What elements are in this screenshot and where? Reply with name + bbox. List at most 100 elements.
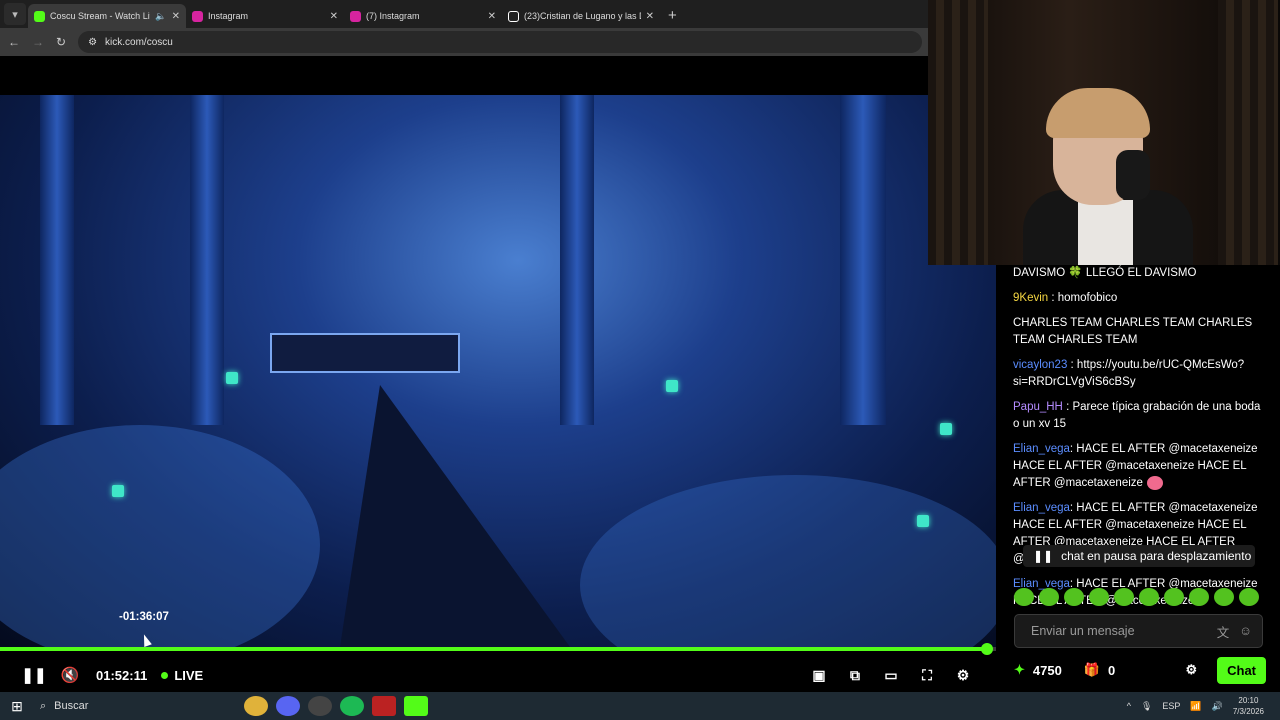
clock-time: 20:10 (1238, 696, 1259, 705)
chat-username[interactable]: vicaylon23 (1013, 359, 1067, 371)
taskbar-search[interactable]: ⌕ Buscar (34, 695, 164, 717)
player-controls: ❚❚ 🔇 01:52:11 LIVE ▣ ⧉ ▭ ⛶ ⚙ (0, 658, 996, 692)
tab-tiktok[interactable]: (23)Cristian de Lugano y las Del ✕ (502, 4, 660, 28)
url-field[interactable]: ⚙ kick.com/coscu (78, 31, 922, 53)
emote-icon[interactable] (1014, 588, 1034, 606)
points-count[interactable]: 4750 (1033, 663, 1062, 678)
theater-mode-icon[interactable]: ▭ (878, 667, 904, 684)
windows-taskbar: ⊞ ⌕ Buscar ^ 🎙 ESP 📶 🔊 20:10 7/3/2026 (0, 692, 1280, 720)
steam-icon[interactable] (308, 696, 332, 716)
player-settings-icon[interactable]: ⚙ (950, 667, 976, 684)
pillar (840, 95, 886, 425)
seek-bar[interactable] (0, 643, 996, 655)
close-tab-icon[interactable]: ✕ (330, 11, 338, 22)
emote-icon[interactable] (1039, 588, 1059, 606)
chat-message: DAVISMO 🍀 LLEGÓ EL DAVISMO (1013, 265, 1262, 282)
translate-icon[interactable]: 文 (1217, 622, 1230, 641)
live-dot-icon (161, 671, 169, 679)
clip-icon[interactable]: ⧉ (842, 667, 868, 684)
emote-icon[interactable] (1189, 588, 1209, 606)
instagram-favicon-icon (350, 10, 361, 22)
emote-icon[interactable] (1239, 588, 1259, 606)
send-chat-button[interactable]: Chat (1217, 656, 1266, 684)
spotify-icon[interactable] (340, 696, 364, 716)
site-info-icon[interactable]: ⚙ (88, 37, 97, 48)
search-icon: ⌕ (40, 699, 47, 712)
chat-message: Papu_HH : Parece típica grabación de una… (1013, 399, 1262, 433)
tab-coscu-stream[interactable]: Coscu Stream - Watch Live 🔈 ✕ (28, 4, 186, 28)
chat-username[interactable]: Papu_HH (1013, 401, 1063, 413)
emote-icon[interactable] (1089, 588, 1109, 606)
miniplayer-icon[interactable]: ▣ (806, 667, 832, 684)
player-right-controls: ▣ ⧉ ▭ ⛶ ⚙ (806, 667, 996, 684)
gift-count[interactable]: 0 (1108, 663, 1115, 678)
chat-message: CHARLES TEAM CHARLES TEAM CHARLES TEAM C… (1013, 315, 1262, 349)
table-light (917, 515, 929, 527)
tab-search-icon[interactable]: ▾ (4, 3, 26, 25)
table-light (666, 380, 678, 392)
kick-app-icon[interactable] (404, 696, 428, 716)
fullscreen-icon[interactable]: ⛶ (914, 667, 940, 684)
emote-icon[interactable] (1064, 588, 1084, 606)
tab-instagram[interactable]: Instagram ✕ (186, 4, 344, 28)
pillar (190, 95, 224, 425)
chat-settings-icon[interactable]: ⚙ (1185, 662, 1197, 678)
chat-paused-banner[interactable]: ❚❚ chat en pausa para desplazamiento (1023, 545, 1255, 567)
emote-quickbar (1014, 588, 1264, 608)
url-text: kick.com/coscu (105, 36, 173, 48)
emote-icon[interactable] (1114, 588, 1134, 606)
table-light (112, 485, 124, 497)
close-tab-icon[interactable]: ✕ (646, 11, 654, 22)
stage-screen (270, 333, 460, 373)
discord-icon[interactable] (276, 696, 300, 716)
streamer-shirt (1078, 200, 1133, 265)
chat-footer: ✦ 4750 🎁 0 ⚙ Chat (1014, 656, 1266, 684)
speaker-icon[interactable]: 🔈 (155, 11, 166, 22)
wifi-icon[interactable]: 📶 (1190, 701, 1201, 712)
seek-bar-handle[interactable] (981, 643, 994, 655)
tiktok-favicon-icon (508, 10, 519, 22)
clock-date: 7/3/2026 (1232, 707, 1264, 716)
emote-icon[interactable] (1139, 588, 1159, 606)
new-tab-button[interactable]: + (668, 7, 677, 24)
chat-username[interactable]: Elian_vega (1013, 443, 1070, 455)
curtain (928, 0, 988, 265)
elapsed-time: 01:52:11 (96, 667, 148, 683)
chat-text: CHARLES TEAM CHARLES TEAM CHARLES TEAM C… (1013, 317, 1253, 346)
keyboard-language[interactable]: ESP (1162, 701, 1180, 711)
video-player[interactable] (0, 95, 996, 647)
pause-icon: ❚❚ (1033, 549, 1054, 563)
tray-chevron-icon[interactable]: ^ (1127, 701, 1131, 711)
tab-instagram-7[interactable]: (7) Instagram ✕ (344, 4, 502, 28)
chat-message: Elian_vega: HACE EL AFTER @macetaxeneize… (1013, 441, 1262, 492)
heart-emote-icon (1146, 475, 1163, 490)
taskbar-clock[interactable]: 20:10 7/3/2026 (1233, 695, 1264, 717)
chat-username[interactable]: 9Kevin (1013, 292, 1048, 304)
close-tab-icon[interactable]: ✕ (488, 11, 496, 22)
chat-text: : homofobico (1048, 292, 1118, 304)
mute-icon[interactable]: 🔇 (52, 666, 88, 684)
pillar (40, 95, 74, 425)
microphone-icon[interactable]: 🎙 (1141, 701, 1152, 712)
tab-title: (7) Instagram (366, 11, 420, 21)
emoji-icon[interactable]: ☺ (1239, 624, 1252, 638)
chat-paused-text: chat en pausa para desplazamiento (1061, 549, 1252, 563)
table-light (226, 372, 238, 384)
pillar (560, 95, 594, 425)
live-indicator[interactable]: LIVE (161, 668, 203, 683)
kick-favicon-icon (34, 10, 45, 22)
voicemeeter-icon[interactable] (372, 696, 396, 716)
close-tab-icon[interactable]: ✕ (172, 11, 180, 22)
windows-start-icon[interactable]: ⊞ (0, 698, 34, 715)
instagram-favicon-icon (192, 10, 203, 22)
chat-username[interactable]: Elian_vega (1013, 502, 1070, 514)
reload-icon[interactable]: ↻ (56, 35, 66, 49)
emote-icon[interactable] (1214, 588, 1234, 606)
back-arrow-icon[interactable]: ← (8, 35, 20, 49)
chrome-icon[interactable] (244, 696, 268, 716)
chat-input[interactable]: Enviar un mensaje 文 ☺ (1014, 614, 1263, 648)
volume-icon[interactable]: 🔊 (1212, 701, 1223, 712)
forward-arrow-icon[interactable]: → (32, 35, 44, 49)
pause-button[interactable]: ❚❚ (16, 666, 52, 684)
emote-icon[interactable] (1164, 588, 1184, 606)
